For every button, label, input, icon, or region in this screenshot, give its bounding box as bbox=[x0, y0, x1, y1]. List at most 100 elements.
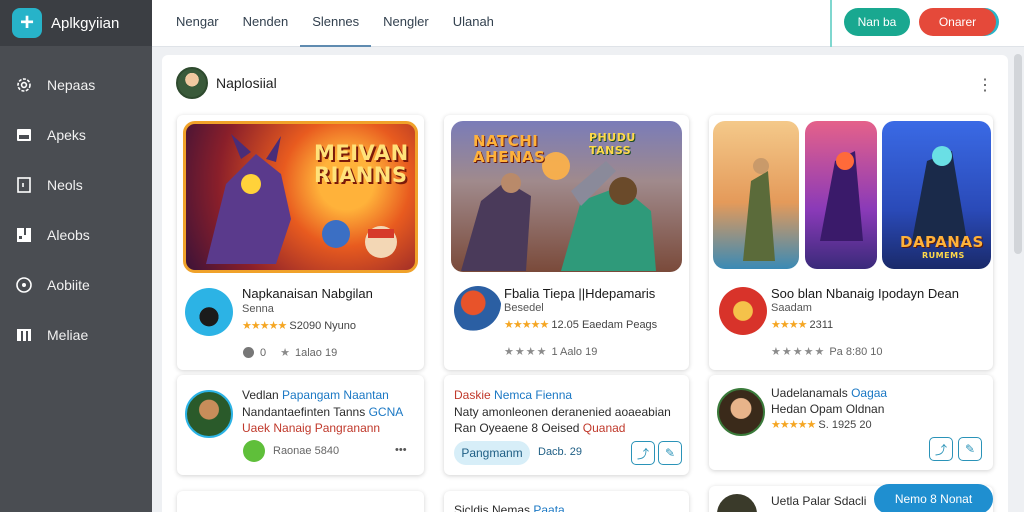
card-line-2: Nandantaefinten Tanns GCNA bbox=[242, 405, 403, 419]
line1-prefix: Vedlan bbox=[242, 388, 279, 402]
banner-subtitle: RUMEMS bbox=[922, 251, 965, 260]
app-meta: 0 ★ 1alao 19 bbox=[243, 346, 337, 359]
banner-title: DAPANAS bbox=[900, 233, 984, 251]
avatar[interactable] bbox=[176, 67, 208, 99]
card-line-2: Hedan Opam Oldnan bbox=[771, 402, 885, 416]
banner-title: NATCHI AHENAS bbox=[473, 132, 546, 166]
sidebar-item-label: Aobiite bbox=[47, 277, 90, 293]
line3-prefix: Ran Oyeaene 8 bbox=[454, 421, 539, 435]
share-icon[interactable]: ⤴ bbox=[631, 441, 655, 465]
info-card-2[interactable]: Daskie Nemca Fienna Naty amonleonen dera… bbox=[444, 375, 689, 475]
sidebar-item-1[interactable]: Nepaas bbox=[0, 60, 152, 110]
divider bbox=[830, 0, 832, 47]
app-developer: Senna bbox=[242, 303, 274, 315]
info-card-1[interactable]: Vedlan Papangam Naantan Nandantaefinten … bbox=[177, 375, 424, 475]
app-developer: Saadam bbox=[771, 302, 812, 314]
app-title[interactable]: Fbalia Tiepa ||Hdepamaris bbox=[504, 286, 655, 301]
sidebar-item-label: Meliae bbox=[47, 327, 89, 343]
partial-card-2[interactable]: Sicldis Nemas Paata bbox=[444, 491, 689, 512]
line3-red: Quanad bbox=[582, 421, 626, 435]
app-card-3[interactable]: DAPANAS RUMEMS Soo blan Nbanaig Ipodayn … bbox=[709, 115, 993, 370]
sidebar-item-label: Nepaas bbox=[47, 77, 96, 93]
share-icon[interactable]: ⤴ bbox=[929, 437, 953, 461]
app-card-1[interactable]: MEIVAN RIANNS Napkanaisan Nabgilan Senna… bbox=[177, 115, 424, 370]
sidebar-item-label: Neols bbox=[47, 177, 83, 193]
avatar bbox=[717, 388, 765, 436]
line2-text: Nandantaefinten Tanns bbox=[242, 405, 366, 419]
edit-icon[interactable]: ✎ bbox=[958, 437, 982, 461]
card-line-3: Uaek Nanaig Pangranann bbox=[242, 421, 381, 435]
card-line-1[interactable]: Daskie Nemca Fienna bbox=[454, 388, 572, 402]
line1-highlight: Oagaa bbox=[851, 386, 888, 400]
main-panel: Naplosiial ⋮ MEIVAN RIANNS Napkanaisan N… bbox=[162, 55, 1008, 512]
app-rating: ★★★★ 2311 bbox=[771, 318, 833, 331]
line1-text: Uadelanamals bbox=[771, 386, 848, 400]
secondary-button[interactable]: Onarer bbox=[919, 8, 996, 36]
rating-text: 12.05 Eaedam Peags bbox=[551, 319, 658, 331]
floating-action-button[interactable]: Nemo 8 Nonat bbox=[874, 484, 993, 512]
tab-4[interactable]: Nengler bbox=[371, 0, 441, 47]
more-options-icon[interactable]: ⋮ bbox=[977, 75, 994, 95]
sidebar-item-4[interactable]: Aleobs bbox=[0, 210, 152, 260]
line1-highlight: Papangam Naantan bbox=[282, 388, 389, 402]
app-icon bbox=[454, 286, 502, 334]
tab-2[interactable]: Nenden bbox=[231, 0, 301, 47]
tab-5[interactable]: Ulanah bbox=[441, 0, 506, 47]
app-banner-image[interactable]: NATCHI AHENAS PHUDU TANSS bbox=[451, 121, 682, 272]
line1-red: Daskie bbox=[454, 388, 491, 402]
rating-stars: ★★★★ bbox=[771, 319, 807, 331]
card-line-1[interactable]: Vedlan Papangam Naantan bbox=[242, 388, 389, 402]
meta-right: 1alao 19 bbox=[295, 346, 338, 359]
card-line-1[interactable]: Uadelanamals Oagaa bbox=[771, 386, 887, 400]
badge-icon bbox=[243, 440, 265, 462]
app-screenshot-2[interactable] bbox=[805, 121, 877, 269]
info-icon bbox=[14, 275, 34, 295]
sidebar-item-3[interactable]: Neols bbox=[0, 160, 152, 210]
rating-text: 2311 bbox=[809, 319, 834, 331]
card-date: Dacb. 29 bbox=[538, 446, 583, 458]
app-rating: ★★★★★ 12.05 Eaedam Peags bbox=[504, 318, 657, 331]
rating-text: S. 1925 20 bbox=[818, 419, 872, 431]
app-card-2[interactable]: NATCHI AHENAS PHUDU TANSS Fbalia Tiepa |… bbox=[444, 115, 689, 370]
panel-title: Naplosiial bbox=[216, 75, 277, 91]
app-meta: ★★★★★ Pa 8:80 10 bbox=[771, 345, 883, 359]
partial-text: Uetla Palar Sdacli bbox=[771, 494, 867, 508]
tab-1[interactable]: Nengar bbox=[164, 0, 231, 47]
brand[interactable]: + Aplkgyiian bbox=[0, 0, 152, 46]
app-meta: ★★★★ 1 Aalo 19 bbox=[504, 345, 598, 359]
edit-icon[interactable]: ✎ bbox=[658, 441, 682, 465]
category-chip[interactable]: Pangmanm bbox=[454, 441, 530, 465]
app-icon bbox=[719, 287, 767, 335]
info-card-3[interactable]: Uadelanamals Oagaa Hedan Opam Oldnan ★★★… bbox=[709, 375, 993, 470]
meta-right: 1 Aalo 19 bbox=[551, 345, 598, 358]
card-line-3: Ran Oyeaene 8 Oeised Quanad bbox=[454, 421, 625, 435]
app-screenshot-1[interactable] bbox=[713, 121, 799, 269]
sidebar-item-5[interactable]: Aobiite bbox=[0, 260, 152, 310]
gear-icon bbox=[14, 75, 34, 95]
sidebar-item-label: Aleobs bbox=[47, 227, 90, 243]
avatar bbox=[185, 390, 233, 438]
top-bar: Nengar Nenden Slennes Nengler Ulanah Nan… bbox=[152, 0, 1024, 47]
partial-card-1[interactable] bbox=[177, 491, 424, 512]
rating-stars: ★★★★★ bbox=[242, 320, 287, 332]
star-icon: ★★★★ bbox=[504, 346, 548, 358]
store-icon bbox=[14, 125, 34, 145]
primary-button[interactable]: Nan ba bbox=[844, 8, 910, 36]
scrollbar[interactable] bbox=[1014, 54, 1022, 254]
rating-stars: ★★★★★ bbox=[504, 319, 549, 331]
sidebar-nav: Nepaas Apeks Neols Aleobs Aobiite Meliae bbox=[0, 46, 152, 360]
app-screenshot-3[interactable]: DAPANAS RUMEMS bbox=[882, 121, 991, 269]
tab-3-active[interactable]: Slennes bbox=[300, 0, 372, 47]
top-tabs: Nengar Nenden Slennes Nengler Ulanah bbox=[164, 0, 506, 47]
app-logo: + bbox=[12, 8, 42, 38]
sidebar-item-6[interactable]: Meliae bbox=[0, 310, 152, 360]
app-banner-image[interactable]: MEIVAN RIANNS bbox=[183, 121, 418, 273]
star-icon: ★★★★★ bbox=[771, 346, 826, 358]
app-name: Aplkgyiian bbox=[51, 14, 120, 32]
more-options-icon[interactable]: ••• bbox=[395, 444, 407, 456]
sidebar-item-2[interactable]: Apeks bbox=[0, 110, 152, 160]
line3-suffix: Oeised bbox=[541, 421, 580, 435]
app-title[interactable]: Napkanaisan Nabgilan bbox=[242, 286, 373, 301]
app-title[interactable]: Soo blan Nbanaig Ipodayn Dean bbox=[771, 286, 959, 301]
app-rating: ★★★★★ S2090 Nyuno bbox=[242, 319, 356, 332]
